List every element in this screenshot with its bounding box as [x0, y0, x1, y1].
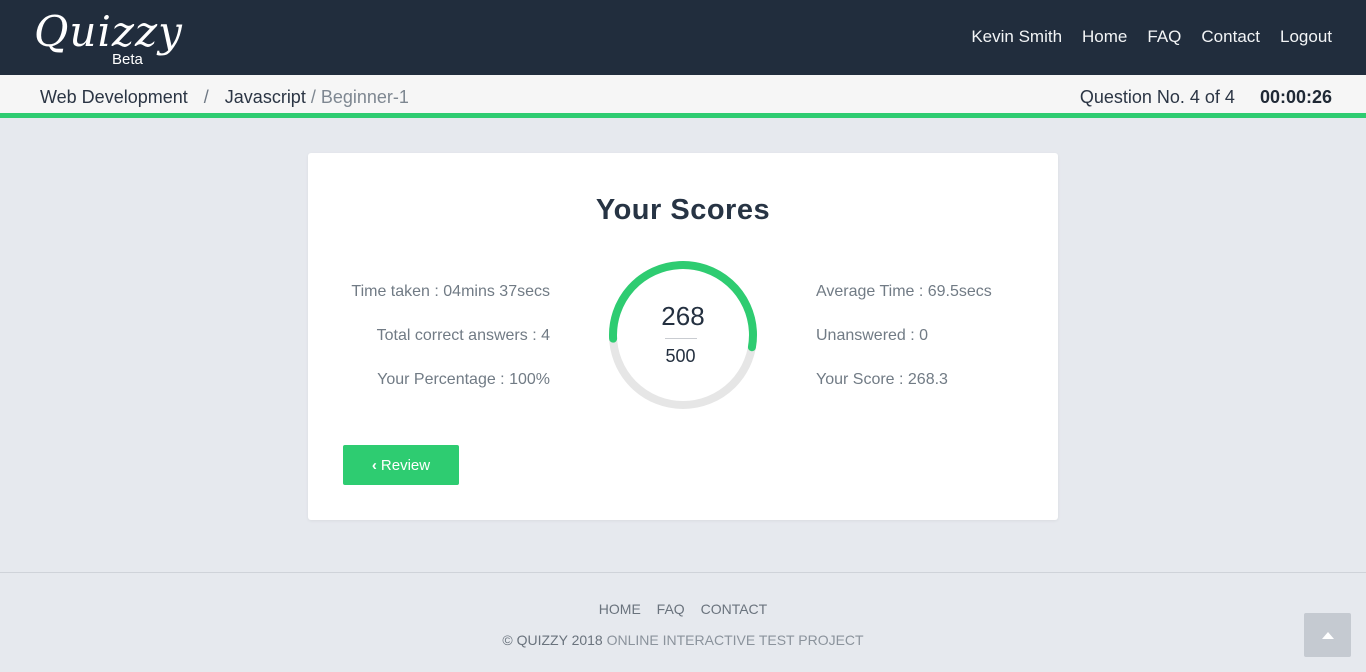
copyright-tagline: ONLINE INTERACTIVE TEST PROJECT — [606, 632, 864, 648]
nav-logout-link[interactable]: Logout — [1280, 26, 1332, 48]
stat-average-time: Average Time : 69.5secs — [816, 283, 992, 300]
review-button[interactable]: ‹ Review — [343, 445, 459, 485]
stat-percentage: Your Percentage : 100% — [377, 371, 550, 388]
logo-beta-tag: Beta — [112, 51, 143, 68]
review-button-label: Review — [380, 456, 431, 474]
footer-copyright: © QUIZZY 2018 ONLINE INTERACTIVE TEST PR… — [0, 631, 1366, 649]
score-gauge-ring — [609, 261, 757, 409]
top-navbar: Quizzy Beta Kevin Smith Home FAQ Contact… — [0, 0, 1366, 75]
question-info: Question No. 4 of 4 00:00:26 — [1080, 86, 1332, 108]
arrow-up-icon — [1321, 631, 1334, 639]
stats-left-column: Time taken : 04mins 37secs Total correct… — [351, 281, 550, 413]
stat-unanswered: Unanswered : 0 — [816, 327, 929, 344]
gauge-total-value: 500 — [665, 346, 696, 366]
scroll-to-top-button[interactable] — [1304, 613, 1351, 657]
stat-your-score: Your Score : 268.3 — [816, 371, 948, 388]
quiz-timer: 00:00:26 — [1259, 87, 1332, 107]
quizzy-logo[interactable]: Quizzy Beta — [34, 8, 182, 68]
breadcrumb-item-javascript[interactable]: Javascript — [225, 87, 306, 107]
footer-faq-link[interactable]: FAQ — [657, 601, 685, 617]
footer-divider — [0, 572, 1366, 573]
footer-home-link[interactable]: HOME — [599, 601, 641, 617]
nav-contact-link[interactable]: Contact — [1201, 26, 1260, 48]
footer-contact-link[interactable]: CONTACT — [701, 601, 768, 617]
nav-faq-link[interactable]: FAQ — [1147, 26, 1181, 48]
score-gauge: 268 500 — [607, 259, 759, 411]
nav-user-link[interactable]: Kevin Smith — [971, 26, 1062, 48]
question-counter: Question No. 4 of 4 — [1079, 87, 1235, 107]
gauge-divider — [665, 338, 697, 339]
stats-right-column: Average Time : 69.5secs Unanswered : 0 Y… — [816, 281, 992, 413]
nav-home-link[interactable]: Home — [1082, 26, 1127, 48]
stat-correct-answers: Total correct answers : 4 — [376, 327, 550, 344]
main-nav: Kevin Smith Home FAQ Contact Logout — [971, 26, 1332, 48]
chevron-left-icon: ‹ — [371, 456, 377, 474]
breadcrumb-bar: Web Development / Javascript / Beginner-… — [0, 75, 1366, 118]
breadcrumb-separator: / — [203, 87, 209, 107]
logo-text: Quizzy — [34, 7, 183, 56]
gauge-score-value: 268 — [661, 301, 705, 331]
stat-time-taken: Time taken : 04mins 37secs — [351, 283, 550, 300]
breadcrumb-item-web-development[interactable]: Web Development — [40, 87, 188, 107]
scores-title: Your Scores — [595, 194, 771, 226]
scores-card: Your Scores Time taken : 04mins 37secs T… — [308, 153, 1058, 520]
breadcrumb: Web Development / Javascript / Beginner-… — [40, 86, 409, 108]
copyright-text: © QUIZZY 2018 — [502, 632, 603, 648]
breadcrumb-current: / Beginner-1 — [310, 87, 409, 107]
footer-nav: HOME FAQ CONTACT — [0, 600, 1366, 618]
